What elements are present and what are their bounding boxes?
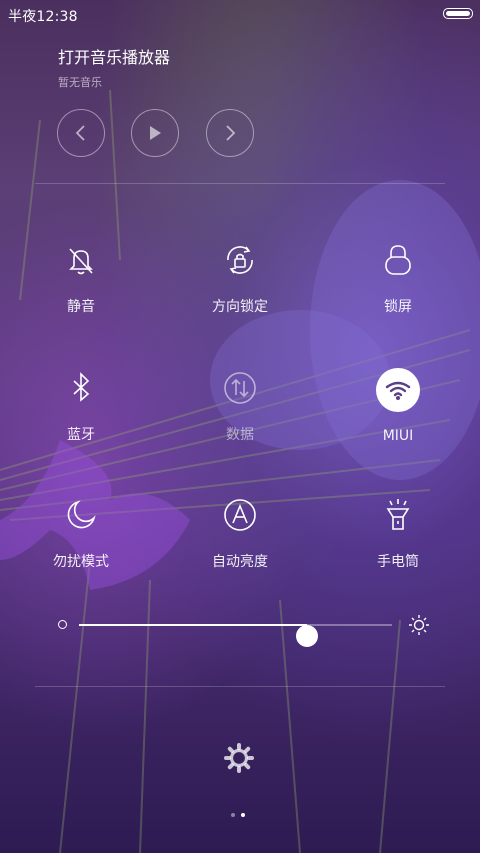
auto-brightness-icon [220,495,260,535]
music-title[interactable]: 打开音乐播放器 [58,44,170,68]
page-dot-active [241,813,245,817]
toggle-label: 自动亮度 [212,554,268,570]
toggle-label: 静音 [67,299,95,315]
page-dot [231,813,235,817]
toggle-label: 数据 [226,427,254,443]
brightness-low-icon [58,620,67,629]
toggle-bluetooth[interactable]: 蓝牙 [21,368,141,444]
toggle-mute[interactable]: 静音 [21,240,141,316]
rotation-lock-icon [220,240,260,280]
moon-icon [61,495,101,535]
chevron-left-icon [75,125,85,141]
status-bar: 半夜12:38 [0,0,480,28]
toggle-data[interactable]: 数据 [180,368,300,444]
sun-icon [409,615,429,635]
play-icon [150,126,161,140]
divider [35,686,445,687]
clock: 半夜12:38 [8,9,78,25]
toggle-flashlight[interactable]: 手电筒 [338,495,458,571]
battery-icon [443,8,473,19]
play-button[interactable] [131,109,179,157]
toggle-label: 蓝牙 [67,427,95,443]
chevron-right-icon [226,125,236,141]
brightness-track[interactable] [79,624,392,647]
lock-icon [378,240,418,280]
brightness-fill [79,624,308,626]
divider [35,183,445,184]
gear-icon[interactable] [224,743,254,773]
brightness-slider[interactable] [58,613,429,647]
next-button[interactable] [206,109,254,157]
toggle-do-not-disturb[interactable]: 勿扰模式 [21,495,141,571]
toggle-wifi[interactable]: MIUI [338,368,458,444]
toggle-auto-brightness[interactable]: 自动亮度 [180,495,300,571]
flashlight-icon [378,495,418,535]
wifi-icon [376,368,420,412]
toggle-label: 方向锁定 [212,299,268,315]
toggle-lock-screen[interactable]: 锁屏 [338,240,458,316]
toggle-label: 勿扰模式 [53,554,109,570]
data-icon [220,368,260,408]
bluetooth-icon [61,368,101,408]
music-widget[interactable]: 打开音乐播放器 暂无音乐 [58,44,170,90]
page-indicator [231,813,245,817]
toggle-rotation-lock[interactable]: 方向锁定 [180,240,300,316]
music-subtitle: 暂无音乐 [58,76,102,89]
toggle-label: MIUI [382,428,414,444]
bell-off-icon [61,240,101,280]
toggle-label: 手电筒 [377,554,419,570]
previous-button[interactable] [57,109,105,157]
toggle-label: 锁屏 [384,299,412,315]
